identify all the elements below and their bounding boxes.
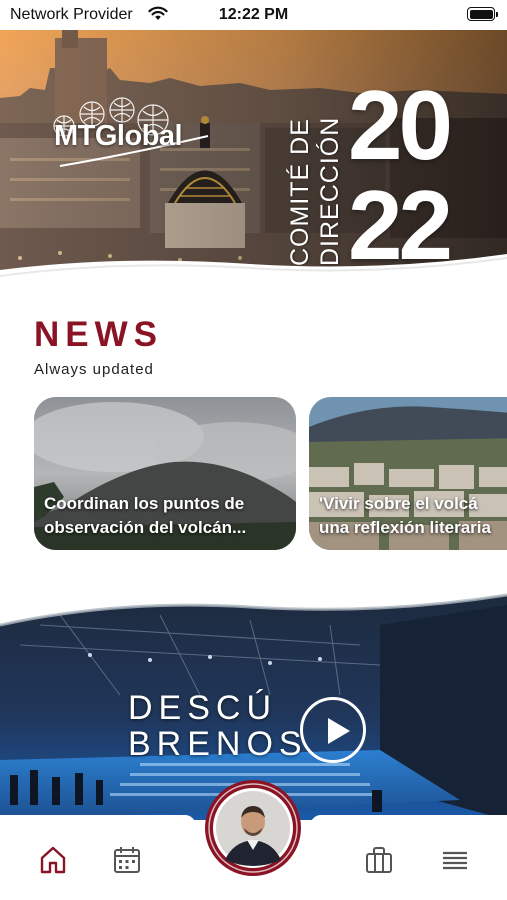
mtglobal-logo: MTGlobal <box>40 96 220 176</box>
discover-title: DESCÚ BRENOS <box>128 690 308 762</box>
news-card-title: Coordinan los puntos de observación del … <box>44 492 288 540</box>
discover-title-line-2: BRENOS <box>128 725 308 763</box>
briefcase-icon <box>366 847 392 873</box>
logo-text: MTGlobal <box>54 120 183 152</box>
calendar-icon <box>114 847 140 873</box>
news-card-title-line-1: 'Vivir sobre el volcá <box>319 494 478 513</box>
news-card[interactable]: Coordinan los puntos de observación del … <box>34 397 296 550</box>
hero-banner[interactable]: MTGlobal COMITÉ DE DIRECCIÓN 20 22 <box>0 28 507 290</box>
home-icon <box>40 846 66 874</box>
status-bar: Network Provider 12:22 PM <box>0 0 507 30</box>
discover-title-line-1: DESCÚ <box>128 689 278 727</box>
play-icon[interactable] <box>300 697 366 763</box>
news-card[interactable]: 'Vivir sobre el volcá una reflexión lite… <box>309 397 507 550</box>
comite-line-1: COMITÉ DE <box>286 118 314 266</box>
tab-home[interactable] <box>33 843 73 879</box>
clock-time: 12:22 PM <box>218 6 289 23</box>
news-section-title: NEWS <box>34 315 163 354</box>
tab-calendar[interactable] <box>107 843 147 879</box>
news-card-title-line-2: observación del volcán... <box>44 518 247 537</box>
tab-menu[interactable] <box>435 843 475 879</box>
comite-line-2: DIRECCIÓN <box>316 116 344 266</box>
news-section-subtitle: Always updated <box>34 361 154 378</box>
hero-wave-divider <box>0 254 507 290</box>
news-card-title: 'Vivir sobre el volcá una reflexión lite… <box>319 492 507 540</box>
battery-icon <box>467 7 498 21</box>
tab-briefcase[interactable] <box>359 843 399 879</box>
menu-icon <box>443 851 467 870</box>
news-carousel[interactable]: Coordinan los puntos de observación del … <box>0 397 507 552</box>
year-top-digits: 20 <box>348 70 453 180</box>
news-card-title-line-1: Coordinan los puntos de <box>44 494 245 513</box>
news-card-title-line-2: una reflexión literaria <box>319 518 491 537</box>
comite-direccion-label: COMITÉ DE DIRECCIÓN <box>286 78 346 268</box>
profile-avatar-button[interactable] <box>203 778 303 878</box>
profile-avatar <box>205 780 301 876</box>
